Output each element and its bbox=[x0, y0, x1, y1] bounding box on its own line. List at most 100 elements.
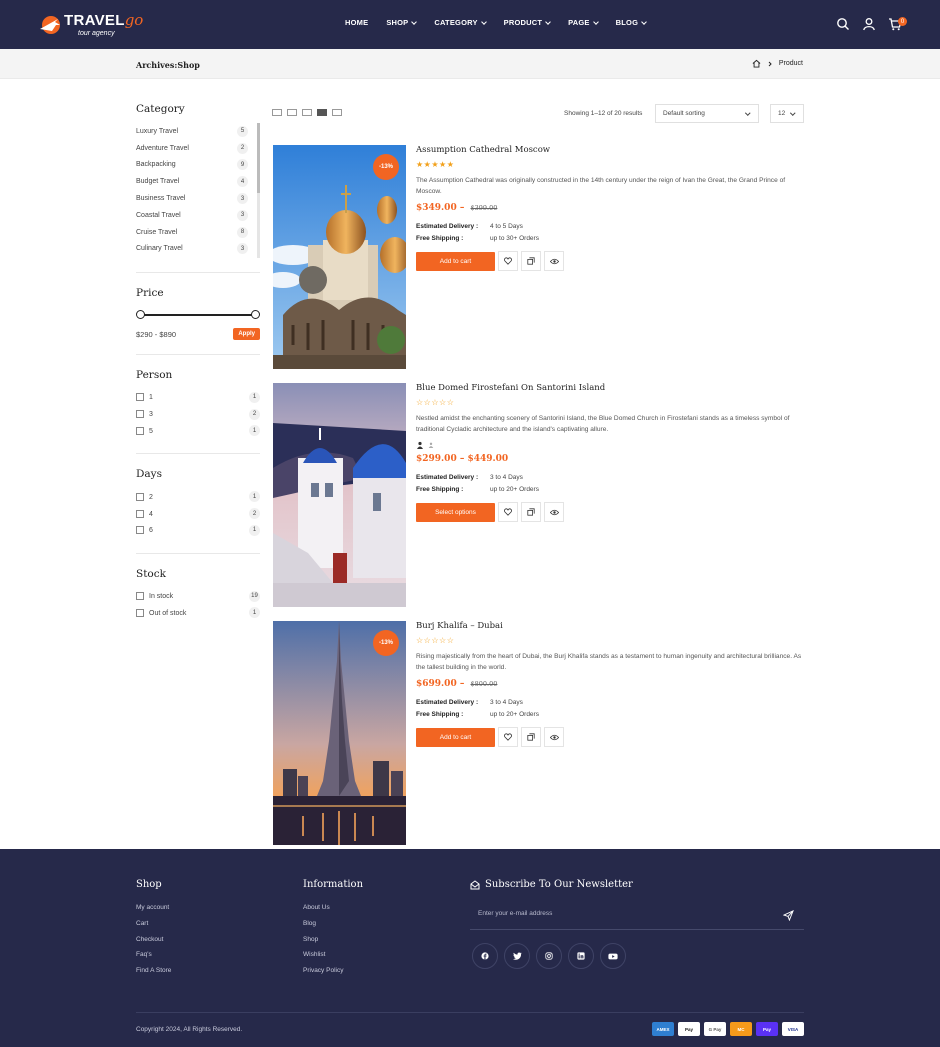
category-item[interactable]: Luxury Travel 5 bbox=[136, 123, 260, 140]
apply-button[interactable]: Apply bbox=[233, 328, 260, 340]
per-page-select[interactable]: 12 bbox=[770, 104, 804, 123]
nav-page[interactable]: PAGE bbox=[568, 18, 599, 27]
twitter-icon[interactable] bbox=[504, 943, 530, 969]
product-image[interactable]: -13% bbox=[273, 145, 406, 369]
person-filter-item[interactable]: 11 bbox=[136, 389, 260, 406]
cart-button[interactable]: 0 bbox=[888, 17, 907, 31]
scrollbar-thumb[interactable] bbox=[257, 123, 260, 193]
wishlist-button[interactable] bbox=[498, 502, 518, 522]
product-title[interactable]: Burj Khalifa – Dubai bbox=[416, 621, 808, 631]
footer-link[interactable]: About Us bbox=[303, 904, 343, 920]
compare-button[interactable] bbox=[521, 502, 541, 522]
add-to-cart-button[interactable]: Add to cart bbox=[416, 251, 495, 271]
person-swatch-icon[interactable] bbox=[428, 441, 434, 449]
category-item[interactable]: Backpacking 9 bbox=[136, 157, 260, 174]
days-filter-item[interactable]: 42 bbox=[136, 505, 260, 522]
footer-link[interactable]: Find A Store bbox=[136, 967, 171, 983]
shipping-label: Free Shipping : bbox=[416, 710, 464, 718]
payment-methods: AMEX Pay G Pay MC Pay VISA bbox=[652, 1022, 804, 1036]
days-filter-item[interactable]: 61 bbox=[136, 522, 260, 539]
person-swatch-icon[interactable] bbox=[416, 441, 424, 449]
category-item[interactable]: Adventure Travel 2 bbox=[136, 140, 260, 157]
price-slider[interactable] bbox=[136, 309, 260, 321]
newsletter-email-input[interactable]: Enter your e-mail address bbox=[470, 906, 804, 930]
wishlist-button[interactable] bbox=[498, 251, 518, 271]
checkbox[interactable] bbox=[136, 592, 144, 601]
category-item[interactable]: Coastal Travel 3 bbox=[136, 207, 260, 224]
chevron-down-icon bbox=[545, 18, 551, 25]
stock-filter-item[interactable]: In stock 19 bbox=[136, 588, 260, 605]
grid-3-view-icon[interactable] bbox=[287, 109, 297, 116]
youtube-icon[interactable] bbox=[600, 943, 626, 969]
social-links bbox=[472, 943, 626, 969]
user-icon[interactable] bbox=[862, 17, 876, 31]
sort-select[interactable]: Default sorting bbox=[655, 104, 759, 123]
footer-link[interactable]: Shop bbox=[303, 936, 343, 952]
category-item[interactable]: Business Travel 3 bbox=[136, 190, 260, 207]
product-image[interactable]: -13% bbox=[273, 621, 406, 845]
list-compact-view-icon[interactable] bbox=[332, 109, 342, 116]
select-options-button[interactable]: Select options bbox=[416, 502, 495, 522]
footer-divider bbox=[136, 1012, 804, 1013]
nav-label: HOME bbox=[345, 18, 369, 27]
stock-filter-item[interactable]: Out of stock 1 bbox=[136, 605, 260, 622]
product-title[interactable]: Assumption Cathedral Moscow bbox=[416, 145, 808, 155]
nav-product[interactable]: PRODUCT bbox=[504, 18, 551, 27]
quick-view-button[interactable] bbox=[544, 251, 564, 271]
nav-blog[interactable]: BLOG bbox=[616, 18, 647, 27]
home-icon[interactable] bbox=[752, 59, 761, 68]
search-icon[interactable] bbox=[836, 17, 850, 31]
facebook-icon[interactable] bbox=[472, 943, 498, 969]
nav-shop[interactable]: SHOP bbox=[386, 18, 418, 27]
send-icon[interactable] bbox=[783, 910, 794, 921]
footer-link[interactable]: Blog bbox=[303, 920, 343, 936]
category-count: 5 bbox=[237, 125, 248, 137]
product-meta: Estimated Delivery : 4 to 5 Days Free Shi… bbox=[416, 221, 808, 244]
checkbox[interactable] bbox=[136, 509, 144, 518]
grid-4-view-icon[interactable] bbox=[272, 109, 282, 116]
wishlist-button[interactable] bbox=[498, 727, 518, 747]
product-info: Burj Khalifa – Dubai ☆☆☆☆☆ Rising majest… bbox=[416, 621, 808, 747]
category-scrollbar[interactable] bbox=[257, 123, 260, 258]
quick-view-button[interactable] bbox=[544, 727, 564, 747]
product-image[interactable] bbox=[273, 383, 406, 607]
category-item[interactable]: Culinary Travel 3 bbox=[136, 241, 260, 258]
grid-2-view-icon[interactable] bbox=[302, 109, 312, 116]
compare-button[interactable] bbox=[521, 727, 541, 747]
nav-category[interactable]: CATEGORY bbox=[434, 18, 487, 27]
linkedin-icon[interactable] bbox=[568, 943, 594, 969]
product-title[interactable]: Blue Domed Firostefani On Santorini Isla… bbox=[416, 383, 808, 393]
divider bbox=[136, 453, 260, 455]
footer-link[interactable]: Cart bbox=[136, 920, 171, 936]
checkbox[interactable] bbox=[136, 526, 144, 535]
nav-label: CATEGORY bbox=[434, 18, 478, 27]
price-min-handle[interactable] bbox=[136, 310, 145, 319]
add-to-cart-button[interactable]: Add to cart bbox=[416, 727, 495, 747]
instagram-icon[interactable] bbox=[536, 943, 562, 969]
footer-link[interactable]: Checkout bbox=[136, 936, 171, 952]
footer-link[interactable]: Privacy Policy bbox=[303, 967, 343, 983]
days-filter-item[interactable]: 21 bbox=[136, 488, 260, 505]
category-label: Culinary Travel bbox=[136, 245, 183, 253]
compare-button[interactable] bbox=[521, 251, 541, 271]
footer-link[interactable]: My account bbox=[136, 904, 171, 920]
category-item[interactable]: Budget Travel 4 bbox=[136, 173, 260, 190]
checkbox[interactable] bbox=[136, 608, 144, 617]
logo[interactable]: TRAVELgo tour agency bbox=[38, 11, 143, 39]
footer-link[interactable]: Wishlist bbox=[303, 951, 343, 967]
price-max-handle[interactable] bbox=[251, 310, 260, 319]
breadcrumb-current: Product bbox=[778, 60, 803, 67]
checkbox[interactable] bbox=[136, 410, 144, 419]
checkbox[interactable] bbox=[136, 393, 144, 402]
person-filter-item[interactable]: 32 bbox=[136, 406, 260, 423]
nav-home[interactable]: HOME bbox=[345, 18, 368, 27]
person-filter-item[interactable]: 51 bbox=[136, 423, 260, 440]
checkbox[interactable] bbox=[136, 492, 144, 501]
quick-view-button[interactable] bbox=[544, 502, 564, 522]
category-item[interactable]: Cruise Travel 8 bbox=[136, 224, 260, 241]
footer-link[interactable]: Faq's bbox=[136, 951, 171, 967]
filter-count: 1 bbox=[249, 607, 260, 619]
checkbox[interactable] bbox=[136, 426, 144, 435]
list-view-icon[interactable] bbox=[317, 109, 327, 116]
footer-shop-links: My account Cart Checkout Faq's Find A St… bbox=[136, 904, 171, 983]
